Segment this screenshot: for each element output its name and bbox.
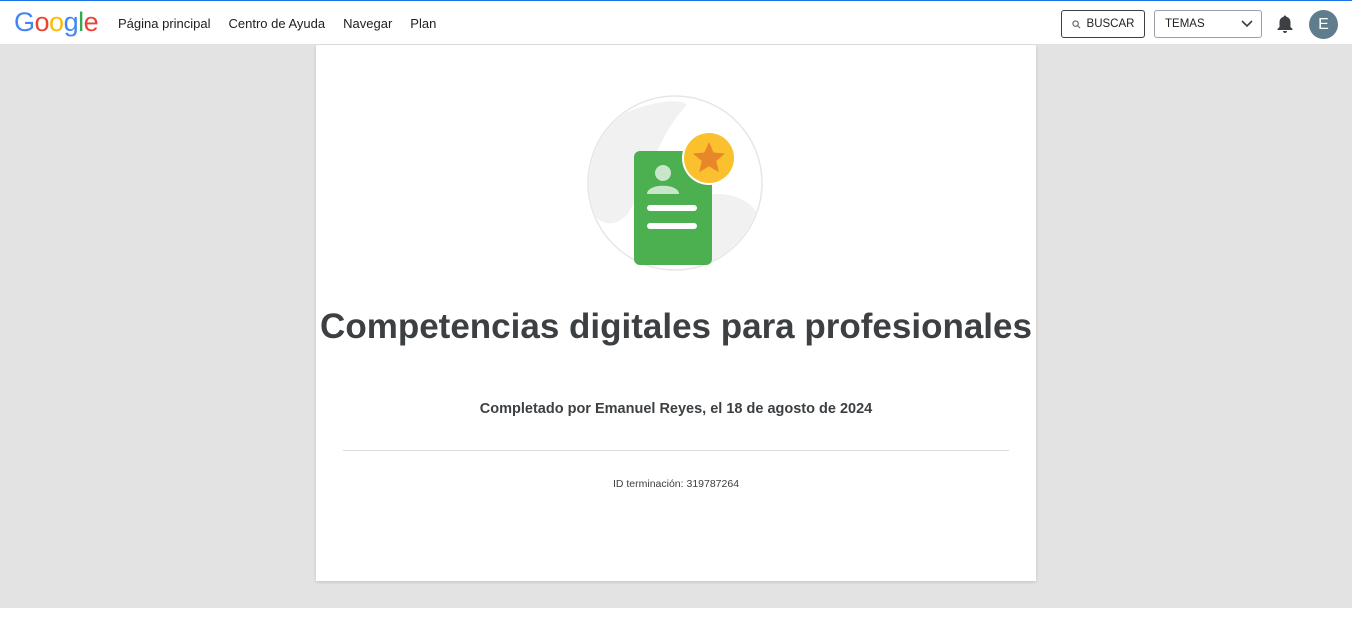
nav-help-center[interactable]: Centro de Ayuda xyxy=(229,16,326,31)
course-title: Competencias digitales para profesionale… xyxy=(320,307,1032,346)
nav-browse[interactable]: Navegar xyxy=(343,16,392,31)
search-icon xyxy=(1071,19,1081,28)
search-button[interactable]: BUSCAR xyxy=(1061,10,1145,38)
page-background: Competencias digitales para profesionale… xyxy=(0,45,1352,608)
chevron-down-icon xyxy=(1241,20,1253,28)
topics-dropdown[interactable]: TEMAS xyxy=(1154,10,1262,38)
completed-by-text: Completado por Emanuel Reyes, el 18 de a… xyxy=(479,401,873,417)
divider xyxy=(343,450,1009,451)
main-nav: Página principal Centro de Ayuda Navegar… xyxy=(118,1,454,45)
top-bar: Google Página principal Centro de Ayuda … xyxy=(0,0,1352,45)
certificate-card: Competencias digitales para profesionale… xyxy=(316,45,1036,581)
notifications-bell-icon[interactable] xyxy=(1276,14,1294,34)
google-logo[interactable]: Google xyxy=(14,7,99,37)
topics-label: TEMAS xyxy=(1165,18,1205,30)
search-label: BUSCAR xyxy=(1086,18,1135,30)
nav-home[interactable]: Página principal xyxy=(118,16,211,31)
avatar[interactable]: E xyxy=(1309,10,1338,39)
nav-plan[interactable]: Plan xyxy=(410,16,436,31)
certificate-star-icon xyxy=(587,95,763,271)
completion-id: ID terminación: 319787264 xyxy=(612,478,740,490)
